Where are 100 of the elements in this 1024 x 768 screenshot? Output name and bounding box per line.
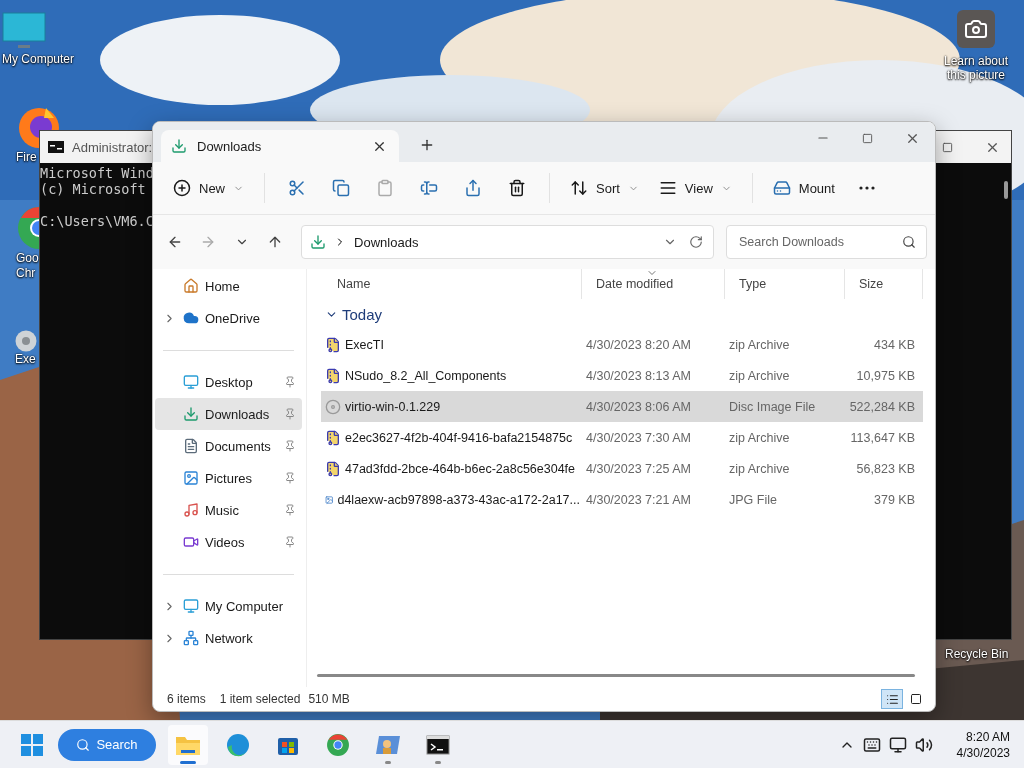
- icon-label: Exe: [15, 352, 36, 367]
- edge-icon: [226, 732, 250, 757]
- download-icon: [171, 138, 187, 154]
- table-cell-text: 4/30/2023 8:20 AM: [585, 337, 692, 352]
- tab[interactable]: Downloads: [161, 130, 399, 162]
- archive-icon: [325, 367, 341, 384]
- table-cell-text: 522,284 KB: [848, 399, 916, 414]
- sidebar-item[interactable]: Videos: [155, 526, 302, 558]
- column-header[interactable]: Type: [725, 269, 845, 299]
- table-cell-text: zip Archive: [728, 430, 791, 445]
- square-icon: [862, 132, 873, 144]
- home-icon: [183, 278, 199, 294]
- sidebar-item[interactable]: My Computer: [155, 590, 302, 622]
- details-view-button[interactable]: [881, 689, 903, 709]
- icon-label: Chr: [16, 266, 36, 281]
- download-icon: [310, 234, 327, 250]
- group-header[interactable]: Today: [321, 299, 387, 329]
- table-cell-text: 4/30/2023 7:25 AM: [585, 461, 692, 476]
- sidebar-item[interactable]: Network: [155, 622, 302, 654]
- table-cell-text: zip Archive: [728, 337, 791, 352]
- file-name: e2ec3627-4f2b-404f-9416-bafa2154875c: [345, 430, 573, 445]
- share-icon: [464, 179, 482, 197]
- monitor-icon: [183, 374, 199, 390]
- file-name: ExecTI: [345, 337, 384, 352]
- console-icon: [48, 141, 64, 153]
- network-icon: [183, 630, 199, 646]
- monitor-icon[interactable]: [888, 735, 907, 754]
- table-cell-text: 4/30/2023 7:30 AM: [585, 430, 692, 445]
- cloud-icon: [183, 310, 199, 326]
- download-icon: [183, 406, 199, 422]
- square-icon: [941, 141, 953, 153]
- image-icon: [183, 470, 199, 486]
- file-row[interactable]: d4laexw-acb97898-a373-43ac-a172-2a17... 4/30/2023 7:21 AM JPG File 379 KB: [321, 484, 923, 515]
- column-header[interactable]: Name: [323, 269, 582, 299]
- sidebar-item[interactable]: Documents: [155, 430, 302, 462]
- monitor-icon: [183, 598, 199, 614]
- search-icon: [76, 737, 91, 752]
- sort-icon: [570, 179, 588, 197]
- cut-icon: [288, 179, 306, 197]
- paste-icon: [376, 179, 394, 197]
- table-cell-text: zip Archive: [728, 461, 791, 476]
- search-field[interactable]: Search Downloads: [737, 226, 903, 258]
- plus-icon: [173, 179, 191, 197]
- table-cell-text: Disc Image File: [728, 399, 817, 414]
- file-row[interactable]: virtio-win-0.1.229 4/30/2023 8:06 AM Disc Image File 522,284 KB: [321, 391, 923, 422]
- mount-button[interactable]: Mount: [764, 171, 843, 205]
- sidebar-item[interactable]: Home: [155, 270, 302, 302]
- icon-label: Recycle Bin: [945, 647, 1009, 661]
- file-row[interactable]: NSudo_8.2_All_Components 4/30/2023 8:13 AM zip Archive 10,975 KB: [321, 360, 923, 391]
- file-name: 47ad3fdd-2bce-464b-b6ec-2a8c56e304fe: [345, 461, 576, 476]
- table-cell-text: 10,975 KB: [855, 368, 916, 383]
- sidebar-item[interactable]: Desktop: [155, 366, 302, 398]
- table-cell-text: 4/30/2023 8:13 AM: [585, 368, 692, 383]
- search-button[interactable]: Search: [58, 728, 156, 761]
- icon-label: Fire: [16, 150, 37, 165]
- trash-icon: [508, 179, 526, 197]
- file-name: d4laexw-acb97898-a373-43ac-a172-2a17...: [337, 492, 580, 507]
- table-cell-text: 113,647 KB: [849, 430, 916, 445]
- icon-label: Goo: [16, 251, 39, 266]
- file-name: NSudo_8.2_All_Components: [345, 368, 507, 383]
- selection-size: 510 MB: [308, 692, 350, 706]
- view-button[interactable]: View: [650, 171, 740, 205]
- address-bar[interactable]: Downloads: [301, 225, 715, 259]
- video-icon: [183, 534, 199, 550]
- sort-button[interactable]: Sort: [562, 171, 647, 205]
- list-icon: [885, 692, 899, 706]
- camera-tile[interactable]: [957, 10, 995, 48]
- file-row[interactable]: e2ec3627-4f2b-404f-9416-bafa2154875c 4/30/2023 7:30 AM zip Archive 113,647 KB: [321, 422, 923, 453]
- archive-icon: [325, 336, 341, 353]
- sidebar-item[interactable]: OneDrive: [155, 302, 302, 334]
- lines-icon: [658, 179, 677, 197]
- console-line: C:\Users\VM6.C: [40, 213, 154, 229]
- table-cell-text: zip Archive: [728, 368, 791, 383]
- sidebar-item[interactable]: Pictures: [155, 462, 302, 494]
- plus-icon: [419, 137, 435, 153]
- table-cell-text: 4/30/2023 8:06 AM: [585, 399, 692, 414]
- drive-icon: [772, 179, 791, 197]
- new-button[interactable]: New: [165, 171, 252, 205]
- column-header[interactable]: Size: [845, 269, 923, 299]
- volume-icon[interactable]: [914, 735, 933, 754]
- sidebar-item[interactable]: Music: [155, 494, 302, 526]
- table-cell-text: 379 KB: [873, 492, 916, 507]
- refresh-icon: [689, 235, 704, 249]
- search-box[interactable]: Search Downloads: [726, 225, 928, 259]
- column-header[interactable]: Date modified: [582, 269, 725, 299]
- document-icon: [183, 438, 199, 454]
- file-row[interactable]: ExecTI 4/30/2023 8:20 AM zip Archive 434 KB: [321, 329, 923, 360]
- chrome-icon: [326, 732, 350, 757]
- breadcrumb[interactable]: Downloads: [354, 234, 654, 250]
- sidebar-item[interactable]: Downloads: [155, 398, 302, 430]
- file-row[interactable]: 47ad3fdd-2bce-464b-b6ec-2a8c56e304fe 4/30/2023 7:25 AM zip Archive 56,823 KB: [321, 453, 923, 484]
- music-icon: [183, 502, 199, 518]
- item-count: 6 items: [167, 692, 206, 706]
- archive-icon: [325, 429, 341, 446]
- keyboard-icon[interactable]: [862, 735, 881, 754]
- table-cell-text: JPG File: [728, 492, 778, 507]
- file-name: virtio-win-0.1.229: [345, 399, 441, 414]
- square-icon: [910, 693, 922, 705]
- clock[interactable]: 8:20 AM 4/30/2023: [950, 728, 1016, 761]
- table-cell-text: 434 KB: [873, 337, 916, 352]
